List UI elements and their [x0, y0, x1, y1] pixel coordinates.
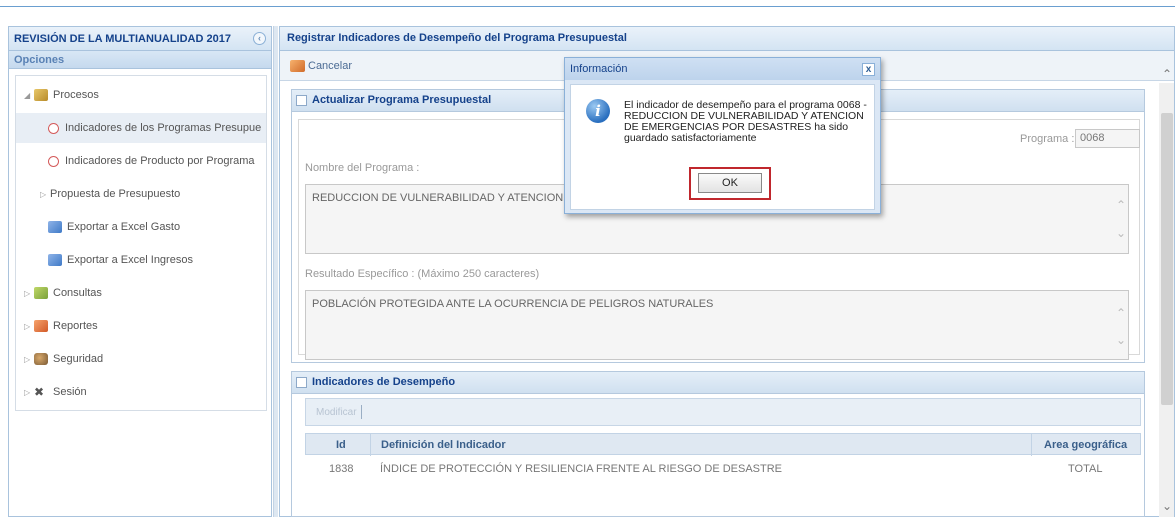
panel-splitter[interactable] [273, 26, 278, 517]
collapsed-arrow-icon[interactable]: ▷ [40, 190, 50, 199]
ok-button[interactable]: OK [698, 173, 762, 193]
expanded-arrow-icon[interactable]: ◢ [24, 91, 34, 100]
tree-item-sesion[interactable]: ▷ ✖ Sesión [24, 377, 87, 407]
tree-item-propuesta[interactable]: ▷ Propuesta de Presupuesto [40, 179, 180, 209]
procesos-icon [34, 89, 48, 101]
main-panel-title: Registrar Indicadores de Desempeño del P… [280, 27, 1174, 51]
tree-item-indicadores-producto[interactable]: Indicadores de Producto por Programa [48, 146, 255, 176]
section-collapse-checkbox[interactable] [296, 377, 307, 388]
indicator-icon [48, 122, 59, 134]
tree-item-seguridad[interactable]: ▷ Seguridad [24, 344, 103, 374]
column-header-definicion[interactable]: Definición del Indicador [381, 439, 506, 451]
scroll-up-icon[interactable]: ⌃ [1162, 67, 1172, 81]
indicator-icon [48, 155, 59, 167]
textarea-scroll-down-icon[interactable]: ⌄ [1116, 226, 1126, 240]
reportes-icon [34, 320, 48, 332]
textarea-scroll-up-icon[interactable]: ⌃ [1116, 306, 1126, 320]
nombre-label: Nombre del Programa : [305, 162, 420, 174]
section-collapse-checkbox[interactable] [296, 95, 307, 106]
modificar-button[interactable]: Modificar [316, 407, 357, 418]
column-separator [370, 434, 371, 456]
table-row[interactable]: 1838 ÍNDICE DE PROTECCIÓN Y RESILIENCIA … [305, 458, 1141, 482]
cell-area: TOTAL [1068, 463, 1103, 475]
cancel-button[interactable]: Cancelar [290, 59, 352, 72]
tools-icon: ✖ [34, 385, 45, 399]
excel-icon [48, 221, 62, 233]
indicadores-section-title: Indicadores de Desempeño [292, 372, 1144, 394]
options-tree: ◢ Procesos Indicadores de los Programas … [15, 75, 267, 411]
collapse-left-panel-button[interactable]: ‹ [253, 32, 266, 45]
seguridad-icon [34, 353, 48, 365]
collapsed-arrow-icon[interactable]: ▷ [24, 355, 34, 364]
indicadores-toolbar: Modificar [305, 398, 1141, 426]
textarea-scroll-down-icon[interactable]: ⌄ [1116, 333, 1126, 347]
main-scrollbar-thumb[interactable] [1161, 113, 1173, 405]
tree-item-procesos[interactable]: ◢ Procesos [24, 80, 99, 110]
tree-item-indicadores-programas[interactable]: Indicadores de los Programas Presupue [16, 113, 266, 143]
collapsed-arrow-icon[interactable]: ▷ [24, 322, 34, 331]
toolbar-separator [360, 405, 362, 419]
indicadores-grid-header: Id Definición del Indicador Area geográf… [305, 433, 1141, 456]
programa-label: Programa : [1020, 133, 1075, 145]
cancel-icon [290, 59, 305, 72]
column-separator [1031, 434, 1032, 456]
cell-definicion: ÍNDICE DE PROTECCIÓN Y RESILIENCIA FRENT… [380, 463, 782, 475]
scroll-down-icon[interactable]: ⌄ [1162, 499, 1172, 513]
tree-item-reportes[interactable]: ▷ Reportes [24, 311, 98, 341]
left-panel-title: REVISIÓN DE LA MULTIANUALIDAD 2017 ‹ [9, 27, 271, 51]
tree-item-exportar-ingresos[interactable]: Exportar a Excel Ingresos [48, 245, 193, 275]
textarea-scroll-up-icon[interactable]: ⌃ [1116, 198, 1126, 212]
info-icon: i [586, 99, 610, 123]
info-dialog: Información x i El indicador de desempeñ… [564, 57, 881, 214]
excel-icon [48, 254, 62, 266]
collapsed-arrow-icon[interactable]: ▷ [24, 289, 34, 298]
collapsed-arrow-icon[interactable]: ▷ [24, 388, 34, 397]
programa-input[interactable]: 0068 [1075, 129, 1140, 148]
column-header-area[interactable]: Area geográfica [1044, 439, 1127, 451]
info-dialog-message: El indicador de desempeño para el progra… [624, 99, 867, 144]
tree-item-consultas[interactable]: ▷ Consultas [24, 278, 102, 308]
left-panel: REVISIÓN DE LA MULTIANUALIDAD 2017 ‹ Opc… [8, 26, 272, 517]
column-header-id[interactable]: Id [336, 439, 346, 451]
info-dialog-title: Información [565, 58, 880, 80]
tree-item-exportar-gasto[interactable]: Exportar a Excel Gasto [48, 212, 180, 242]
close-icon[interactable]: x [862, 63, 875, 76]
info-dialog-body: i El indicador de desempeño para el prog… [570, 84, 875, 210]
resultado-textarea[interactable]: POBLACIÓN PROTEGIDA ANTE LA OCURRENCIA D… [305, 290, 1129, 360]
resultado-label: Resultado Específico : (Máximo 250 carac… [305, 268, 540, 280]
cell-id: 1838 [329, 463, 354, 475]
consultas-icon [34, 287, 48, 299]
options-header: Opciones [9, 51, 271, 69]
top-border [0, 0, 1175, 7]
